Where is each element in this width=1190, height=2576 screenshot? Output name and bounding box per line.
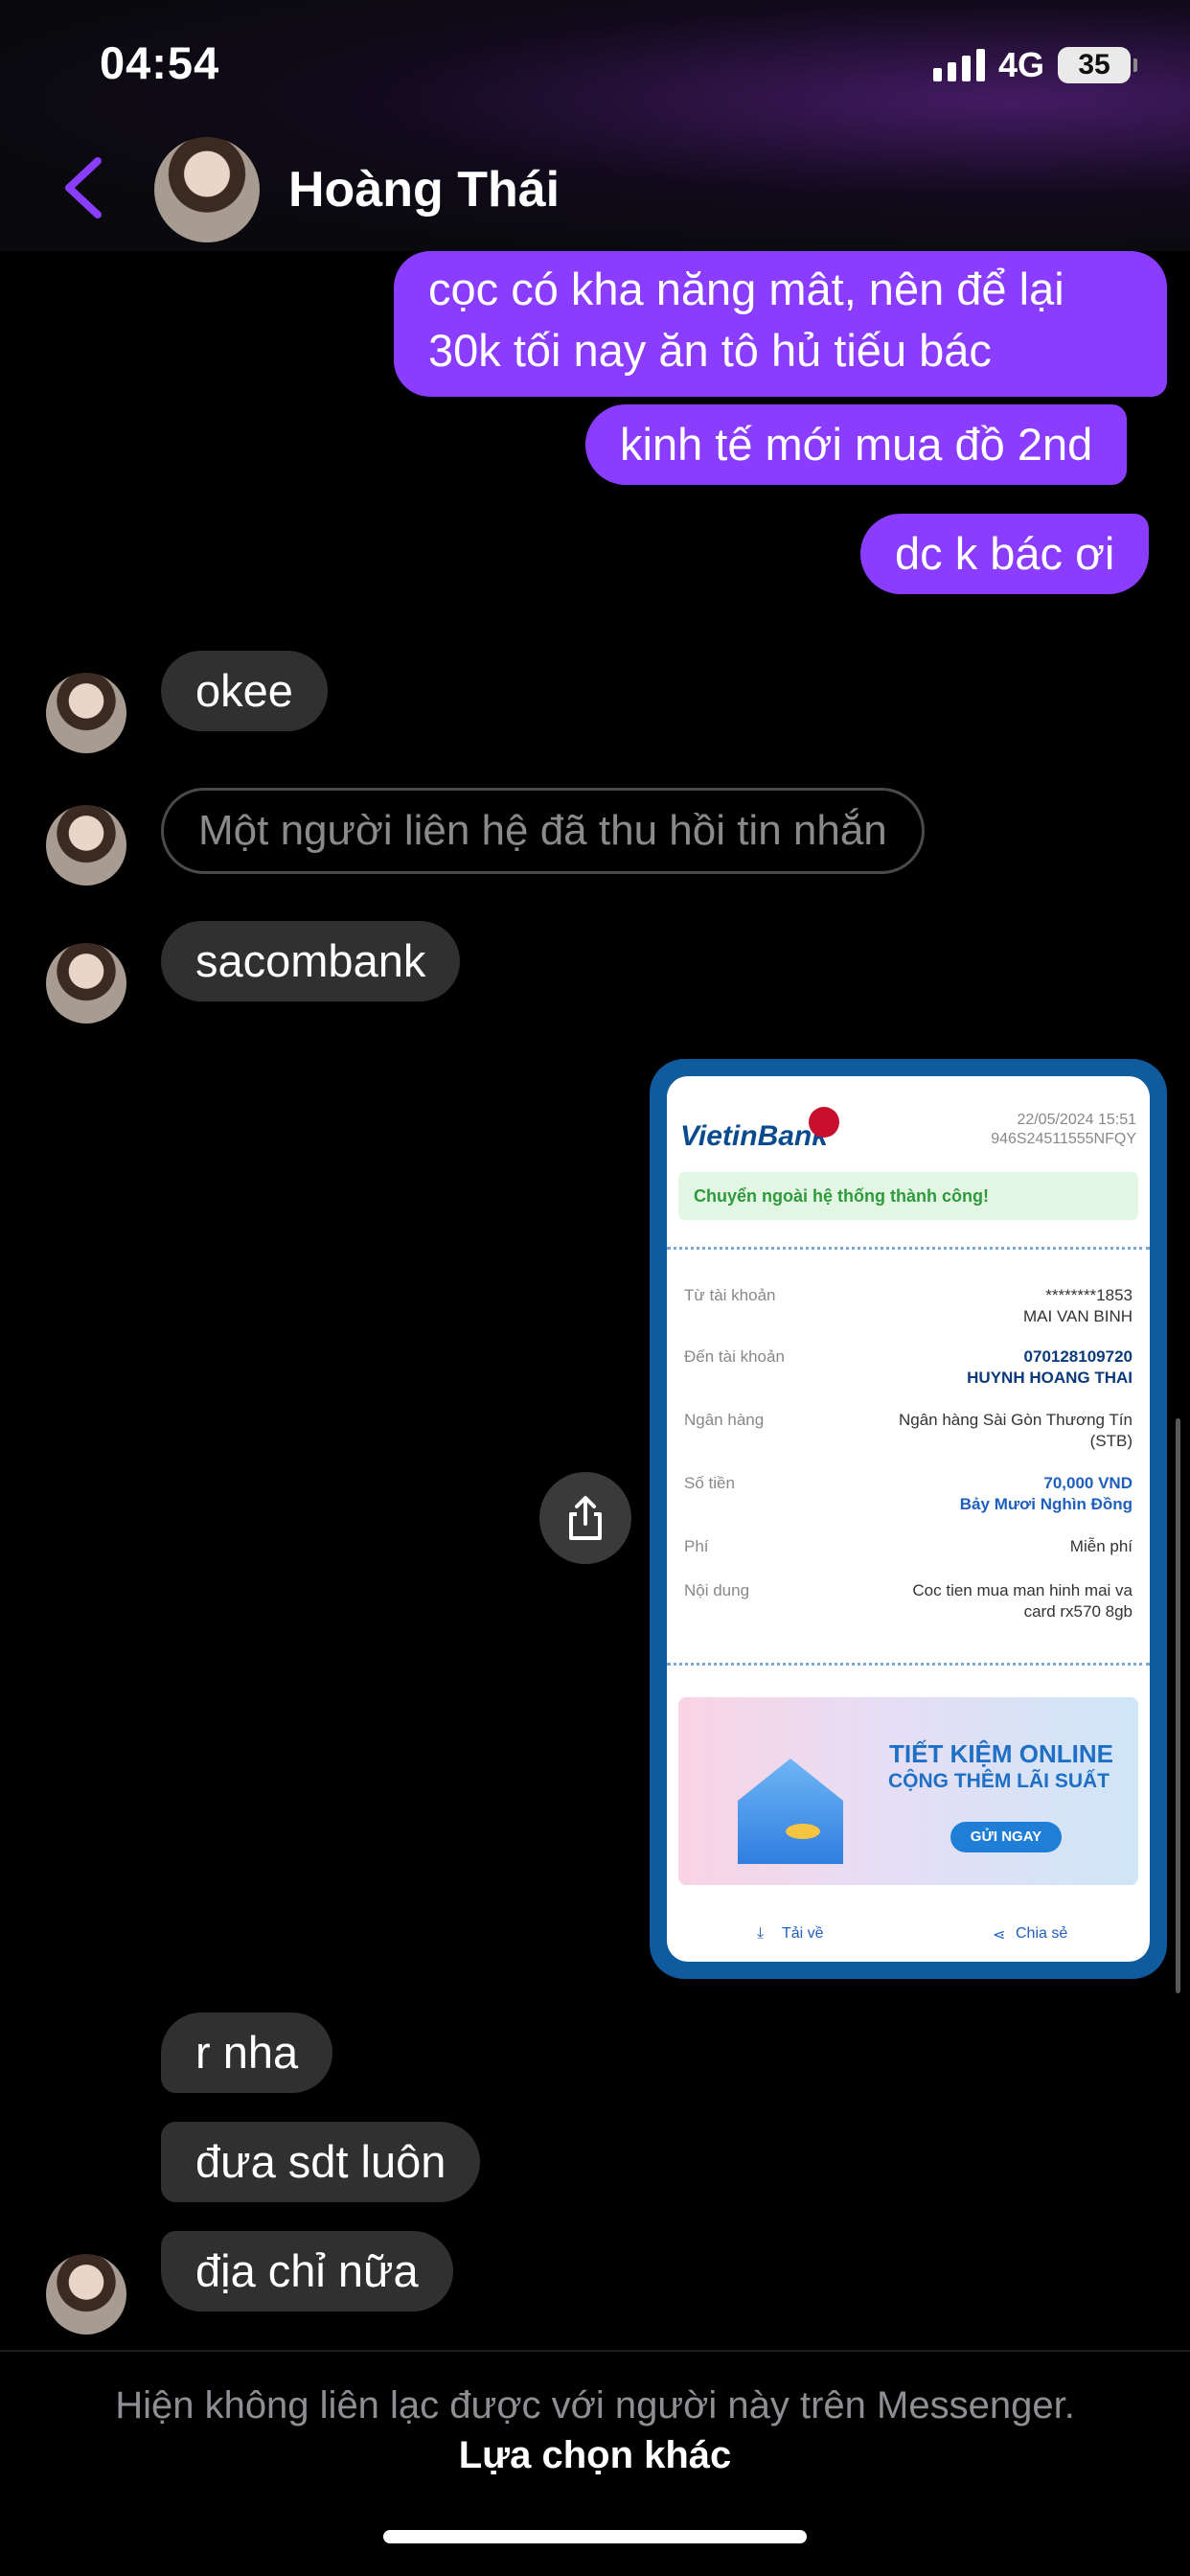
bank-logo: VietinBank: [680, 1120, 828, 1152]
other-options-link[interactable]: Lựa chọn khác: [0, 2434, 1190, 2477]
chevron-left-icon: [65, 157, 102, 218]
share-nodes-icon: ⋖: [993, 1927, 1006, 1944]
contact-name[interactable]: Hoàng Thái: [288, 161, 560, 218]
share-button[interactable]: [539, 1472, 631, 1564]
message-received[interactable]: đưa sdt luôn: [161, 2122, 481, 2202]
bank-logo-icon: [809, 1107, 839, 1138]
contact-avatar[interactable]: [46, 2254, 126, 2334]
coin-icon: [786, 1824, 820, 1839]
home-indicator[interactable]: [383, 2530, 807, 2543]
receipt-content: VietinBank 22/05/2024 15:51 946S24511555…: [667, 1076, 1150, 1962]
message-sent[interactable]: dc k bác ơi: [860, 514, 1150, 594]
status-bar: 04:54 4G 35: [0, 0, 1190, 125]
receipt-date: 22/05/2024 15:51 946S24511555NFQY: [991, 1112, 1136, 1147]
contact-avatar[interactable]: [154, 137, 260, 242]
shared-receipt-image[interactable]: VietinBank 22/05/2024 15:51 946S24511555…: [650, 1059, 1167, 1979]
message-sent[interactable]: kinh tế mới mua đồ 2nd: [585, 404, 1128, 485]
message-received[interactable]: sacombank: [161, 921, 461, 1001]
unsent-message-notice: Một người liên hệ đã thu hồi tin nhắn: [161, 788, 925, 874]
footer-divider: [0, 2350, 1190, 2352]
message-sent[interactable]: cọc có kha năng mât, nên để lại 30k tối …: [394, 251, 1167, 397]
contact-avatar[interactable]: [46, 943, 126, 1024]
network-type: 4G: [997, 45, 1044, 84]
message-received[interactable]: okee: [161, 651, 328, 731]
transfer-success-banner: Chuyển ngoài hệ thống thành công!: [678, 1172, 1138, 1220]
battery-icon: 35: [1058, 47, 1137, 83]
contact-avatar[interactable]: [46, 673, 126, 753]
house-icon: [738, 1759, 843, 1864]
status-indicators: 4G 35: [932, 45, 1137, 84]
contact-avatar[interactable]: [46, 805, 126, 886]
scrollbar[interactable]: [1176, 1418, 1180, 1993]
status-time: 04:54: [100, 37, 220, 88]
download-icon: ⤓: [757, 1925, 765, 1942]
unavailable-notice: Hiện không liên lạc được với người này t…: [115, 2384, 1075, 2426]
share-icon: [569, 1496, 602, 1540]
message-received[interactable]: r nha: [161, 2012, 333, 2093]
message-received[interactable]: địa chỉ nữa: [161, 2231, 453, 2312]
back-button[interactable]: [56, 153, 113, 222]
divider: [667, 1663, 1150, 1666]
signal-icon: [932, 49, 985, 81]
chat-header: 04:54 4G 35 Hoàng Thái: [0, 0, 1190, 251]
promo-banner: TIẾT KIỆM ONLINE CỘNG THÊM LÃI SUẤT GỬI …: [678, 1697, 1138, 1885]
divider: [667, 1247, 1150, 1250]
